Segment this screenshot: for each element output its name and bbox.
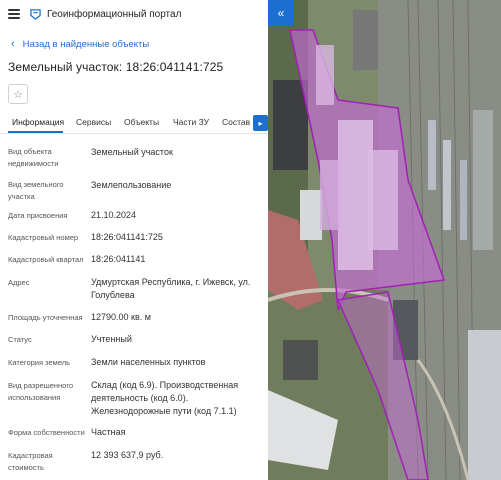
map-canvas [268,0,501,480]
attr-value-permitted-use: Склад (код 6.9). Производственная деятел… [91,380,239,416]
double-chevron-left-icon: « [277,6,285,20]
tab-objects[interactable]: Объекты [124,117,159,127]
object-title: Земельный участок: 18:26:041141:725 [8,60,224,74]
hamburger-menu-icon[interactable] [8,9,20,19]
attr-value-status: Учтенный [91,334,132,344]
active-tab-indicator [8,131,63,133]
portal-logo-icon [30,8,41,20]
back-to-results-link[interactable]: ‹ Назад в найденные объекты [0,37,268,51]
attr-label-parcel-type: Вид земельного участка [8,180,64,201]
tab-information[interactable]: Информация [12,117,64,127]
favorite-button[interactable]: ☆ [8,84,28,104]
attr-value-parcel-type: Землепользование [91,180,172,190]
attr-label-permitted-use: Вид разрешенного использования [8,381,74,402]
attr-label-ownership: Форма собственности [8,428,85,437]
top-bar: Геоинформационный портал [0,0,268,28]
attr-label-cadastral-quarter: Кадастровый квартал [8,255,84,264]
tab-composition[interactable]: Состав [222,117,250,127]
info-panel: Геоинформационный портал ‹ Назад в найде… [0,0,268,480]
chevron-left-icon: ‹ [11,37,15,50]
portal-title: Геоинформационный портал [47,8,182,20]
chevron-right-icon: ▸ [258,118,263,128]
tab-parts[interactable]: Части ЗУ [173,117,209,127]
attr-value-area: 12790.00 кв. м [91,312,151,322]
attr-label-status: Статус [8,335,32,344]
attr-label-cadastral-number: Кадастровый номер [8,233,79,242]
tab-services[interactable]: Сервисы [76,117,111,127]
collapse-panel-button[interactable]: « [268,0,294,26]
back-link-label: Назад в найденные объекты [22,38,150,50]
attr-label-object-type: Вид объекта недвижимости [8,147,59,168]
attr-value-address: Удмуртская Республика, г. Ижевск, ул. Го… [91,277,251,300]
attr-value-land-category: Земли населенных пунктов [91,357,206,367]
attr-label-assignment-date: Дата присвоения [8,211,68,220]
attr-value-cadastral-number: 18:26:041141:725 [91,232,163,242]
attr-value-assignment-date: 21.10.2024 [91,210,137,220]
tabs-scroll-right-button[interactable]: ▸ [253,115,268,131]
attr-label-area: Площадь уточненная [8,313,83,322]
attr-label-address: Адрес [8,278,30,287]
attr-value-ownership: Частная [91,427,126,437]
attr-label-land-category: Категория земель [8,358,71,367]
satellite-map[interactable] [268,0,501,480]
star-icon: ☆ [13,88,23,101]
tab-bar: Информация Сервисы Объекты Части ЗУ Сост… [0,112,268,134]
attr-label-cadastral-value: Кадастровая стоимость [8,451,53,472]
attr-value-cadastral-value: 12 393 637,9 руб. [91,450,164,460]
attr-value-cadastral-quarter: 18:26:041141 [91,254,146,264]
attr-value-object-type: Земельный участок [91,147,173,157]
